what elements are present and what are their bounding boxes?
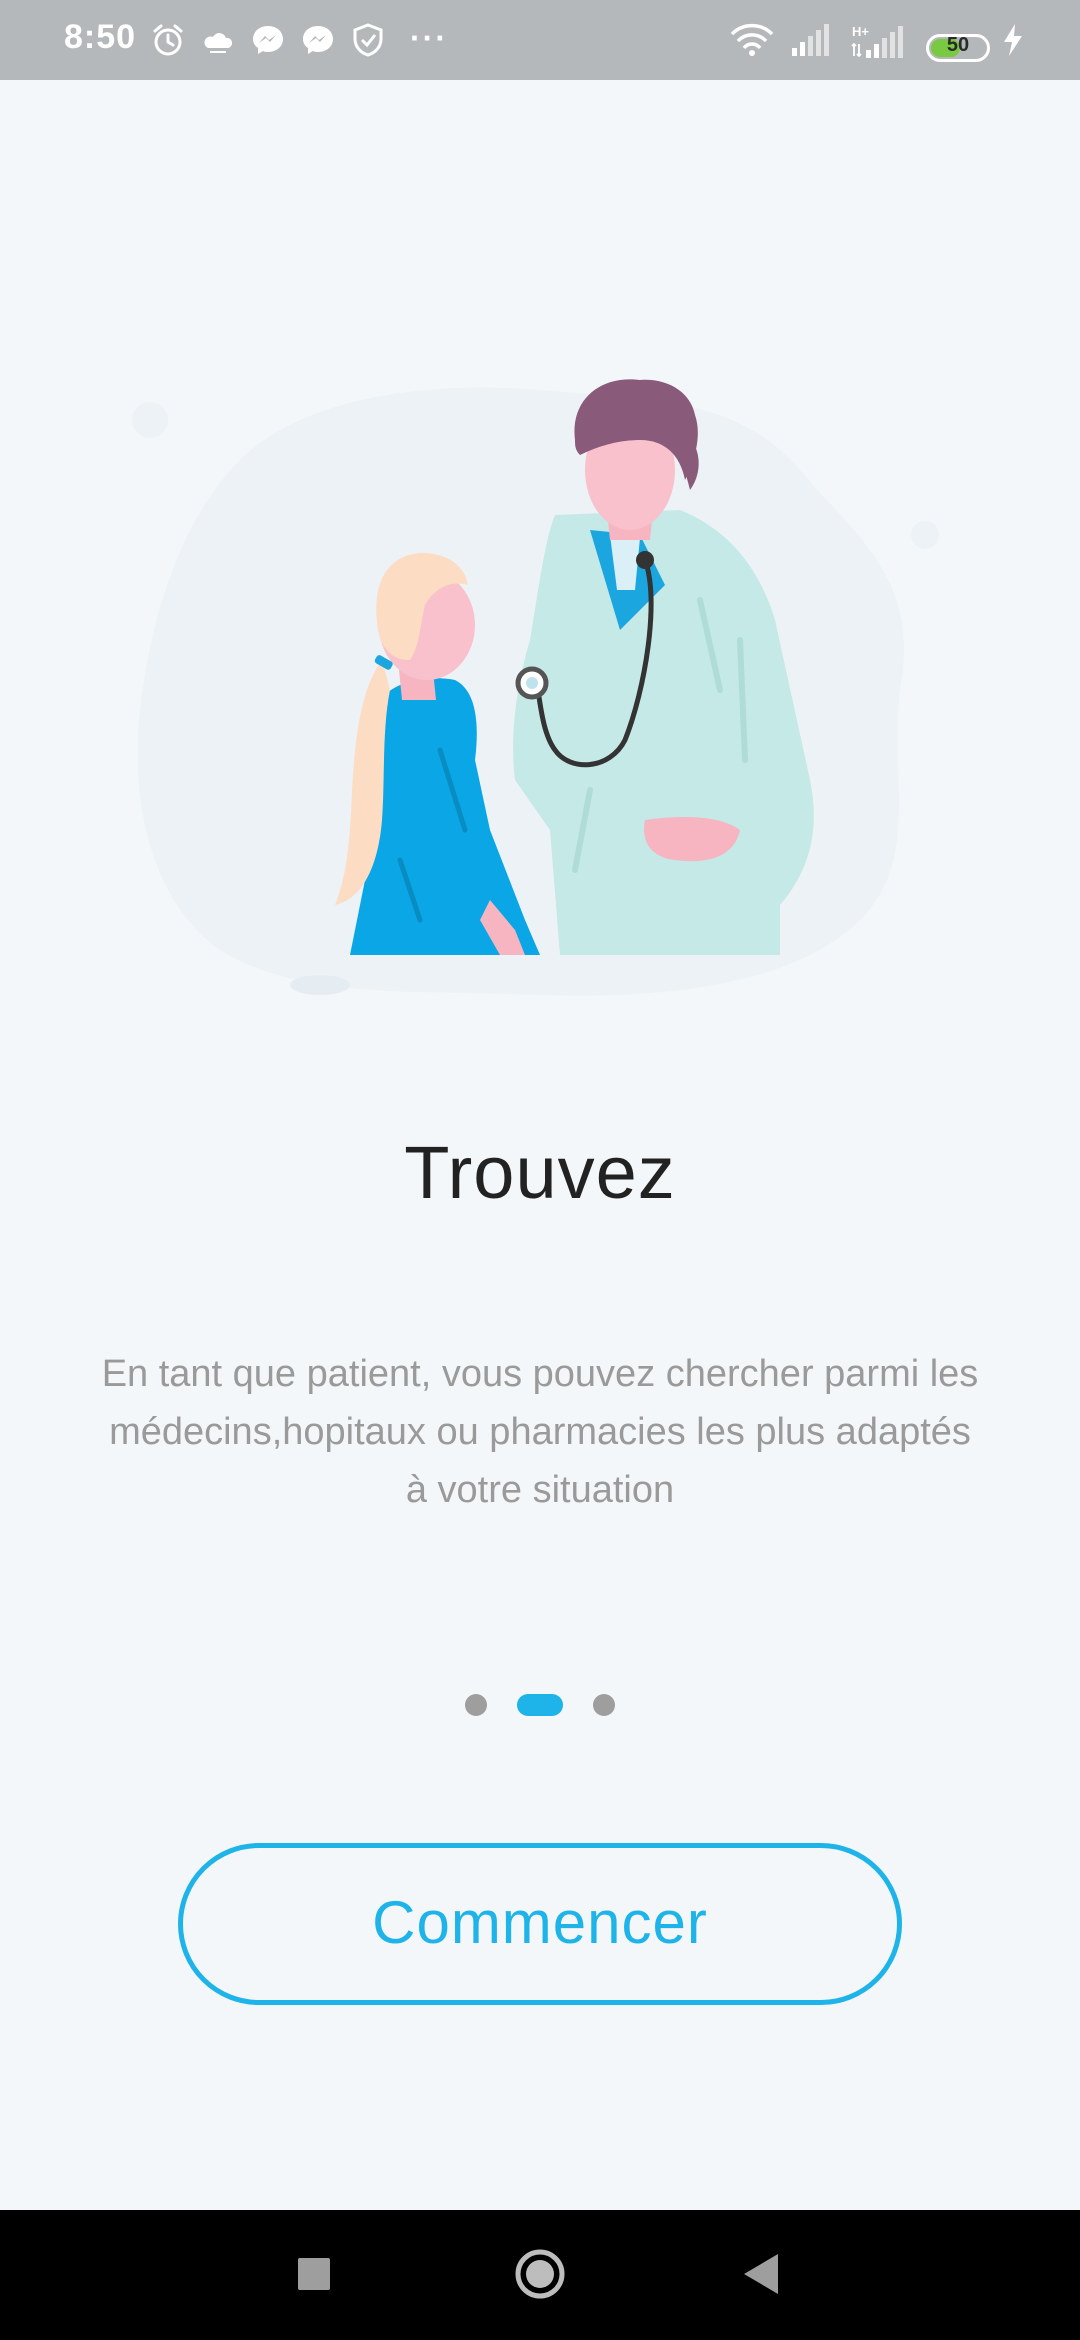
more-notifications-icon: ··· — [410, 20, 448, 56]
home-icon[interactable] — [480, 2210, 600, 2340]
charging-icon — [1004, 24, 1022, 56]
doctor-patient-illustration — [132, 379, 939, 996]
start-button[interactable]: Commencer — [178, 1843, 902, 2005]
weather-icon — [204, 33, 233, 53]
page-dot-active[interactable] — [517, 1694, 563, 1716]
back-icon[interactable] — [700, 2210, 820, 2340]
shield-icon — [353, 23, 383, 57]
signal-hplus-icon: H+ — [851, 24, 903, 58]
messenger-icon — [253, 26, 283, 54]
navigation-bar — [0, 2210, 1080, 2340]
status-bar: 8:50 ··· H+ 50 — [0, 0, 1080, 80]
status-time: 8:50 — [64, 18, 137, 56]
messenger-icon — [303, 26, 333, 54]
page-description: En tant que patient, vous pouvez cherche… — [101, 1353, 979, 1511]
page-dot[interactable] — [593, 1694, 615, 1716]
network-type-label: H+ — [852, 24, 869, 39]
battery-icon: 50 — [926, 34, 990, 62]
onboarding-screen: 8:50 ··· H+ 50 Trouvez En tant que patie… — [0, 0, 1080, 2340]
page-title: Trouvez — [404, 1131, 676, 1214]
alarm-icon — [153, 24, 183, 56]
signal-icon — [792, 24, 829, 56]
recents-icon[interactable] — [255, 2210, 375, 2340]
wifi-icon — [730, 23, 774, 56]
page-dot[interactable] — [465, 1694, 487, 1716]
battery-level: 50 — [946, 34, 970, 56]
page-indicator — [0, 1694, 1080, 1718]
